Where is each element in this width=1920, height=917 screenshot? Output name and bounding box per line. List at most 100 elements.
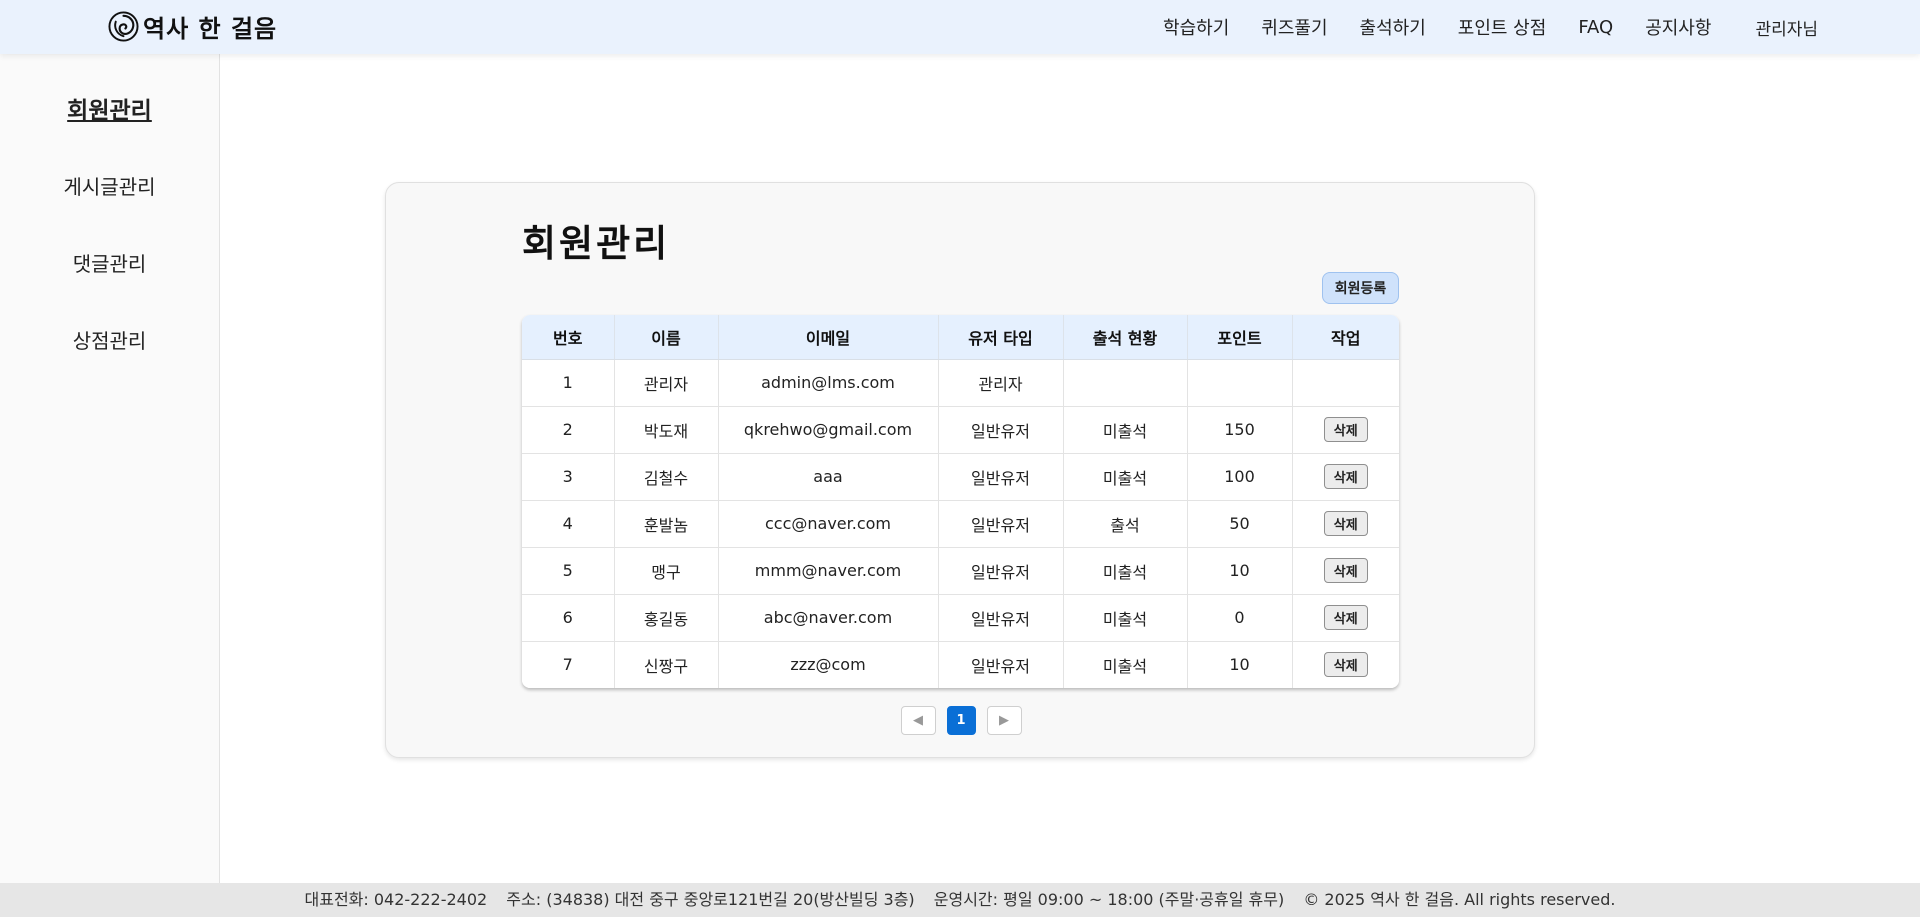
cell-actions: 삭제 — [1292, 500, 1399, 548]
cell-points — [1187, 359, 1293, 407]
cell-no: 4 — [522, 500, 615, 548]
column-header-attendance: 출석 현황 — [1063, 315, 1188, 360]
cell-email: mmm@naver.com — [718, 547, 939, 595]
cell-email: qkrehwo@gmail.com — [718, 406, 939, 454]
delete-member-button[interactable]: 삭제 — [1323, 652, 1368, 678]
cell-actions: 삭제 — [1292, 594, 1399, 642]
site-footer: 대표전화: 042-222-2402 주소: (34838) 대전 중구 중앙로… — [0, 883, 1920, 917]
column-header-points: 포인트 — [1187, 315, 1293, 360]
table-row: 1 관리자 admin@lms.com 관리자 — [522, 359, 1399, 407]
member-table: 번호 이름 이메일 유저 타입 출석 현황 포인트 작업 1 관리자 admin@l… — [522, 315, 1399, 688]
sidebar-item-members[interactable]: 회원관리 — [0, 91, 219, 125]
site-logo[interactable]: 역사 한 걸음 — [108, 10, 278, 43]
cell-name: 훈발놈 — [614, 500, 719, 548]
table-row: 3 김철수 aaa 일반유저 미출석 100 삭제 — [522, 453, 1399, 501]
cell-name: 관리자 — [614, 359, 719, 407]
page-title: 회원관리 — [522, 222, 671, 265]
table-row: 2 박도재 qkrehwo@gmail.com 일반유저 미출석 150 삭제 — [522, 406, 1399, 454]
sidebar-item-shop[interactable]: 상점관리 — [0, 325, 219, 354]
cell-points: 10 — [1187, 641, 1293, 688]
cell-no: 3 — [522, 453, 615, 501]
sidebar-item-posts[interactable]: 게시글관리 — [0, 171, 219, 200]
table-row: 5 맹구 mmm@naver.com 일반유저 미출석 10 삭제 — [522, 547, 1399, 595]
register-member-button[interactable]: 회원등록 — [1322, 272, 1399, 304]
logo-text: 역사 한 걸음 — [143, 14, 278, 43]
cell-actions: 삭제 — [1292, 406, 1399, 454]
table-row: 6 홍길동 abc@naver.com 일반유저 미출석 0 삭제 — [522, 594, 1399, 642]
cell-points: 10 — [1187, 547, 1293, 595]
cell-email: abc@naver.com — [718, 594, 939, 642]
footer-hours: 운영시간: 평일 09:00 ~ 18:00 (주말·공휴일 휴무) — [933, 890, 1285, 909]
cell-attendance: 출석 — [1063, 500, 1188, 548]
footer-address: 주소: (34838) 대전 중구 중앙로121번길 20(방산빌딩 3층) — [506, 890, 915, 909]
cell-email: aaa — [718, 453, 939, 501]
next-page-button[interactable]: ▶ — [986, 706, 1022, 735]
delete-member-button[interactable]: 삭제 — [1323, 464, 1368, 489]
cell-no: 2 — [522, 406, 615, 454]
delete-member-button[interactable]: 삭제 — [1323, 417, 1368, 442]
nav-quiz[interactable]: 퀴즈풀기 — [1261, 14, 1327, 40]
logo-swirl-icon — [108, 10, 139, 42]
column-header-name: 이름 — [614, 315, 719, 360]
cell-no: 6 — [522, 594, 615, 642]
cell-email: ccc@naver.com — [718, 500, 939, 548]
cell-name: 맹구 — [614, 547, 719, 595]
cell-points: 0 — [1187, 594, 1293, 642]
member-management-card: 회원관리 회원등록 번호 이름 이메일 유저 타입 출석 현황 포인트 작업 1… — [385, 182, 1535, 758]
delete-member-button[interactable]: 삭제 — [1323, 511, 1368, 536]
cell-user-type: 일반유저 — [938, 547, 1064, 595]
user-menu[interactable]: 관리자님 — [1755, 15, 1818, 40]
cell-attendance: 미출석 — [1063, 641, 1188, 688]
nav-faq[interactable]: FAQ — [1578, 17, 1613, 38]
sidebar-item-comments[interactable]: 댓글관리 — [0, 248, 219, 277]
delete-member-button[interactable]: 삭제 — [1323, 558, 1368, 583]
table-header-row: 번호 이름 이메일 유저 타입 출석 현황 포인트 작업 — [522, 315, 1399, 360]
cell-user-type: 일반유저 — [938, 406, 1064, 454]
cell-points: 150 — [1187, 406, 1293, 454]
nav-study[interactable]: 학습하기 — [1163, 14, 1229, 40]
cell-user-type: 일반유저 — [938, 500, 1064, 548]
cell-actions: 삭제 — [1292, 547, 1399, 595]
column-header-actions: 작업 — [1292, 315, 1399, 360]
cell-email: zzz@com — [718, 641, 939, 688]
cell-actions — [1292, 359, 1399, 407]
cell-no: 5 — [522, 547, 615, 595]
prev-page-button[interactable]: ◀ — [900, 706, 936, 735]
table-row: 7 신짱구 zzz@com 일반유저 미출석 10 삭제 — [522, 641, 1399, 688]
cell-user-type: 관리자 — [938, 359, 1064, 407]
footer-phone: 대표전화: 042-222-2402 — [304, 890, 488, 909]
cell-actions: 삭제 — [1292, 641, 1399, 688]
cell-no: 7 — [522, 641, 615, 688]
top-header: 역사 한 걸음 학습하기 퀴즈풀기 출석하기 포인트 상점 FAQ 공지사항 관… — [0, 0, 1920, 54]
cell-email: admin@lms.com — [718, 359, 939, 407]
main-nav: 학습하기 퀴즈풀기 출석하기 포인트 상점 FAQ 공지사항 관리자님 — [1163, 0, 1920, 54]
cell-attendance: 미출석 — [1063, 547, 1188, 595]
cell-attendance: 미출석 — [1063, 594, 1188, 642]
column-header-email: 이메일 — [718, 315, 939, 360]
pagination: ◀ 1 ▶ — [386, 706, 1536, 735]
cell-no: 1 — [522, 359, 615, 407]
footer-copyright: © 2025 역사 한 걸음. All rights reserved. — [1303, 890, 1616, 909]
nav-point-shop[interactable]: 포인트 상점 — [1458, 14, 1547, 40]
cell-user-type: 일반유저 — [938, 453, 1064, 501]
cell-attendance — [1063, 359, 1188, 407]
cell-attendance: 미출석 — [1063, 453, 1188, 501]
column-header-no: 번호 — [522, 315, 615, 360]
cell-points: 100 — [1187, 453, 1293, 501]
cell-name: 신짱구 — [614, 641, 719, 688]
page-button-current[interactable]: 1 — [946, 706, 976, 735]
cell-attendance: 미출석 — [1063, 406, 1188, 454]
column-header-user-type: 유저 타입 — [938, 315, 1064, 360]
nav-attendance[interactable]: 출석하기 — [1360, 14, 1426, 40]
delete-member-button[interactable]: 삭제 — [1323, 605, 1368, 630]
cell-actions: 삭제 — [1292, 453, 1399, 501]
cell-points: 50 — [1187, 500, 1293, 548]
cell-name: 박도재 — [614, 406, 719, 454]
admin-sidebar: 회원관리 게시글관리 댓글관리 상점관리 — [0, 54, 220, 883]
cell-name: 홍길동 — [614, 594, 719, 642]
nav-notice[interactable]: 공지사항 — [1645, 14, 1711, 40]
cell-user-type: 일반유저 — [938, 594, 1064, 642]
cell-name: 김철수 — [614, 453, 719, 501]
cell-user-type: 일반유저 — [938, 641, 1064, 688]
table-row: 4 훈발놈 ccc@naver.com 일반유저 출석 50 삭제 — [522, 500, 1399, 548]
